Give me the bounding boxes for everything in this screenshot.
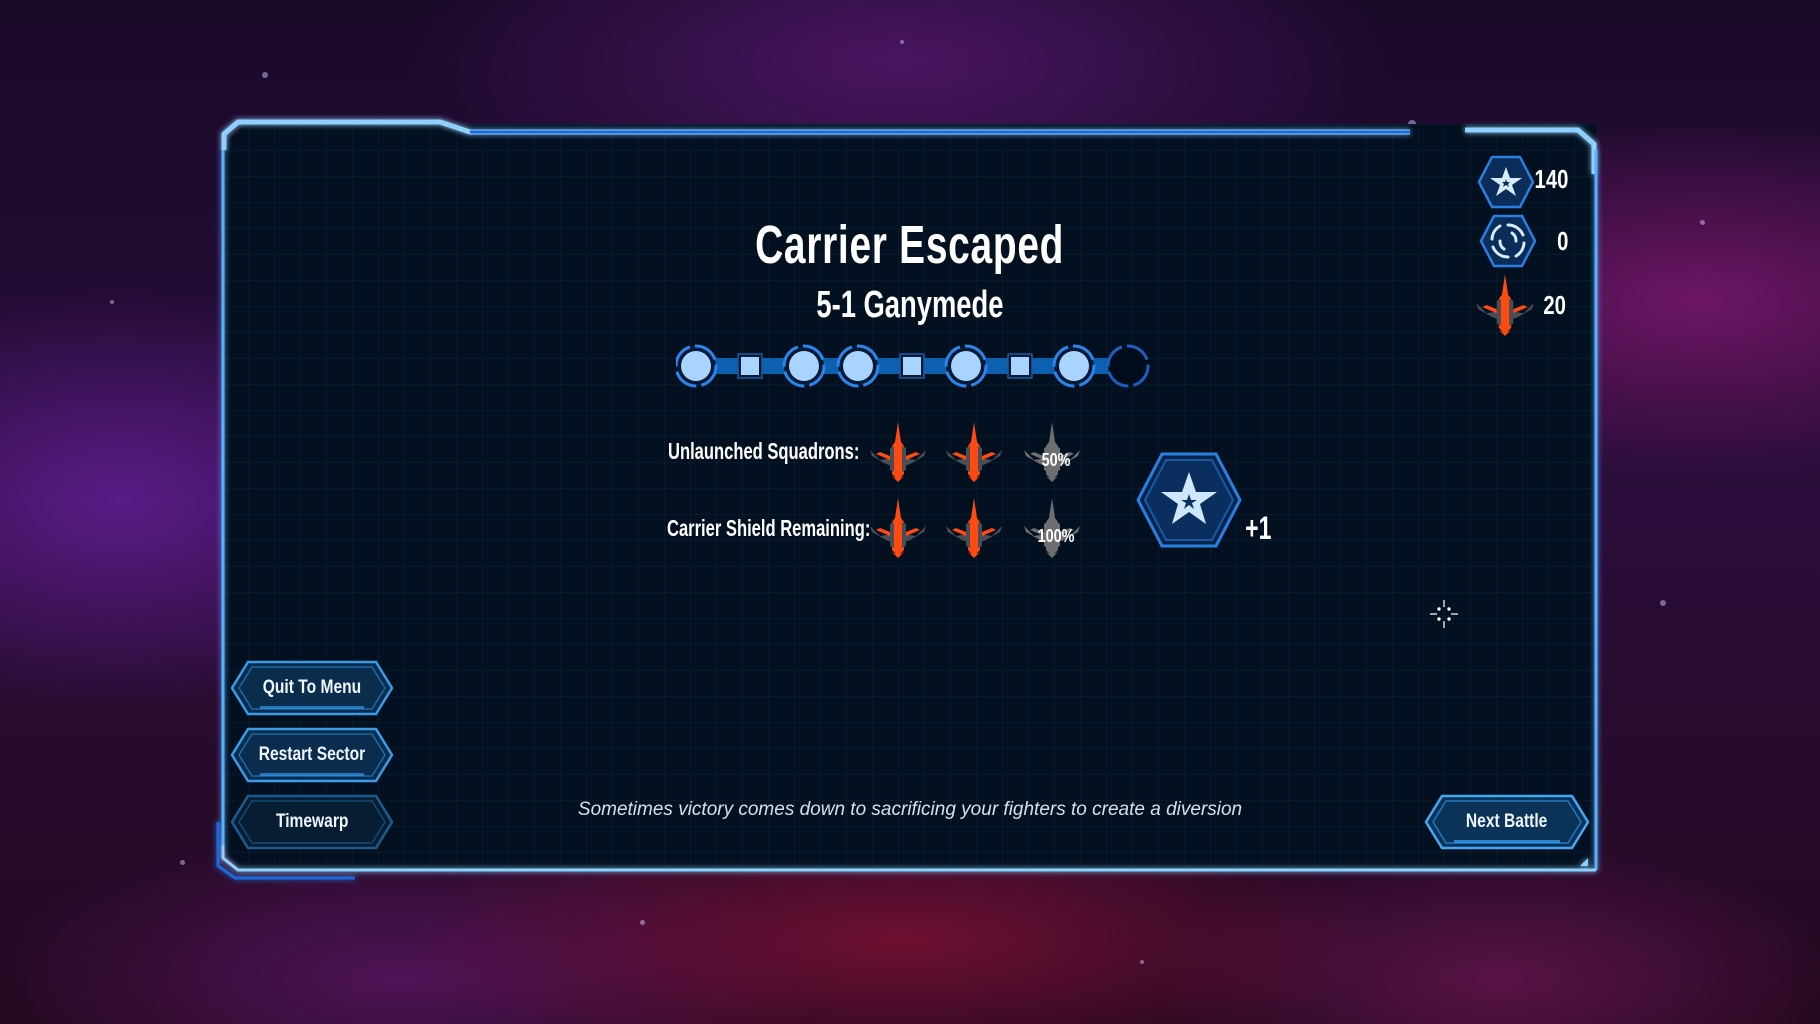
battle-node [1106, 344, 1150, 388]
background-star [180, 860, 185, 865]
restart-sector-button[interactable]: Restart Sector [230, 727, 394, 783]
background-star [1660, 600, 1666, 606]
background-star [640, 920, 645, 925]
star-reward-amount: +1 [1245, 510, 1272, 546]
vortex-currency-value: 0 [1556, 226, 1568, 256]
waypoint-node [899, 353, 925, 379]
star-reward-icon [1136, 452, 1242, 548]
gameplay-tip: Sometimes victory comes down to sacrific… [577, 799, 1243, 820]
objective-progress-percent: 50% [1041, 450, 1071, 470]
result-title-text: Carrier Escaped [755, 215, 1065, 275]
fighter-earned-icon [870, 498, 926, 558]
battle-node [1052, 344, 1096, 388]
fighter-earned-icon [946, 422, 1002, 482]
battle-node [676, 344, 718, 388]
waypoint-node [737, 353, 763, 379]
background-star [1140, 960, 1144, 964]
fighter-earned-icon [870, 422, 926, 482]
objective-progress-percent: 100% [1037, 526, 1075, 546]
fighter-earned-icon [946, 498, 1002, 558]
background-star [900, 40, 904, 44]
waypoint-node [1007, 353, 1033, 379]
quit-to-menu-button[interactable]: Quit To Menu [230, 660, 394, 716]
sector-name-text: 5-1 Ganymede [816, 284, 1004, 326]
battle-node [944, 344, 988, 388]
battle-node [836, 344, 880, 388]
battle-node [782, 344, 826, 388]
background-star [262, 72, 268, 78]
sector-progress-track [676, 344, 1150, 388]
quit-to-menu-label: Quit To Menu [262, 677, 362, 698]
crosshair-cursor-icon [1430, 600, 1458, 628]
restart-sector-label: Restart Sector [258, 744, 366, 765]
star-currency-value: 140 [1534, 164, 1568, 194]
fighter-count-value: 20 [1543, 290, 1566, 320]
